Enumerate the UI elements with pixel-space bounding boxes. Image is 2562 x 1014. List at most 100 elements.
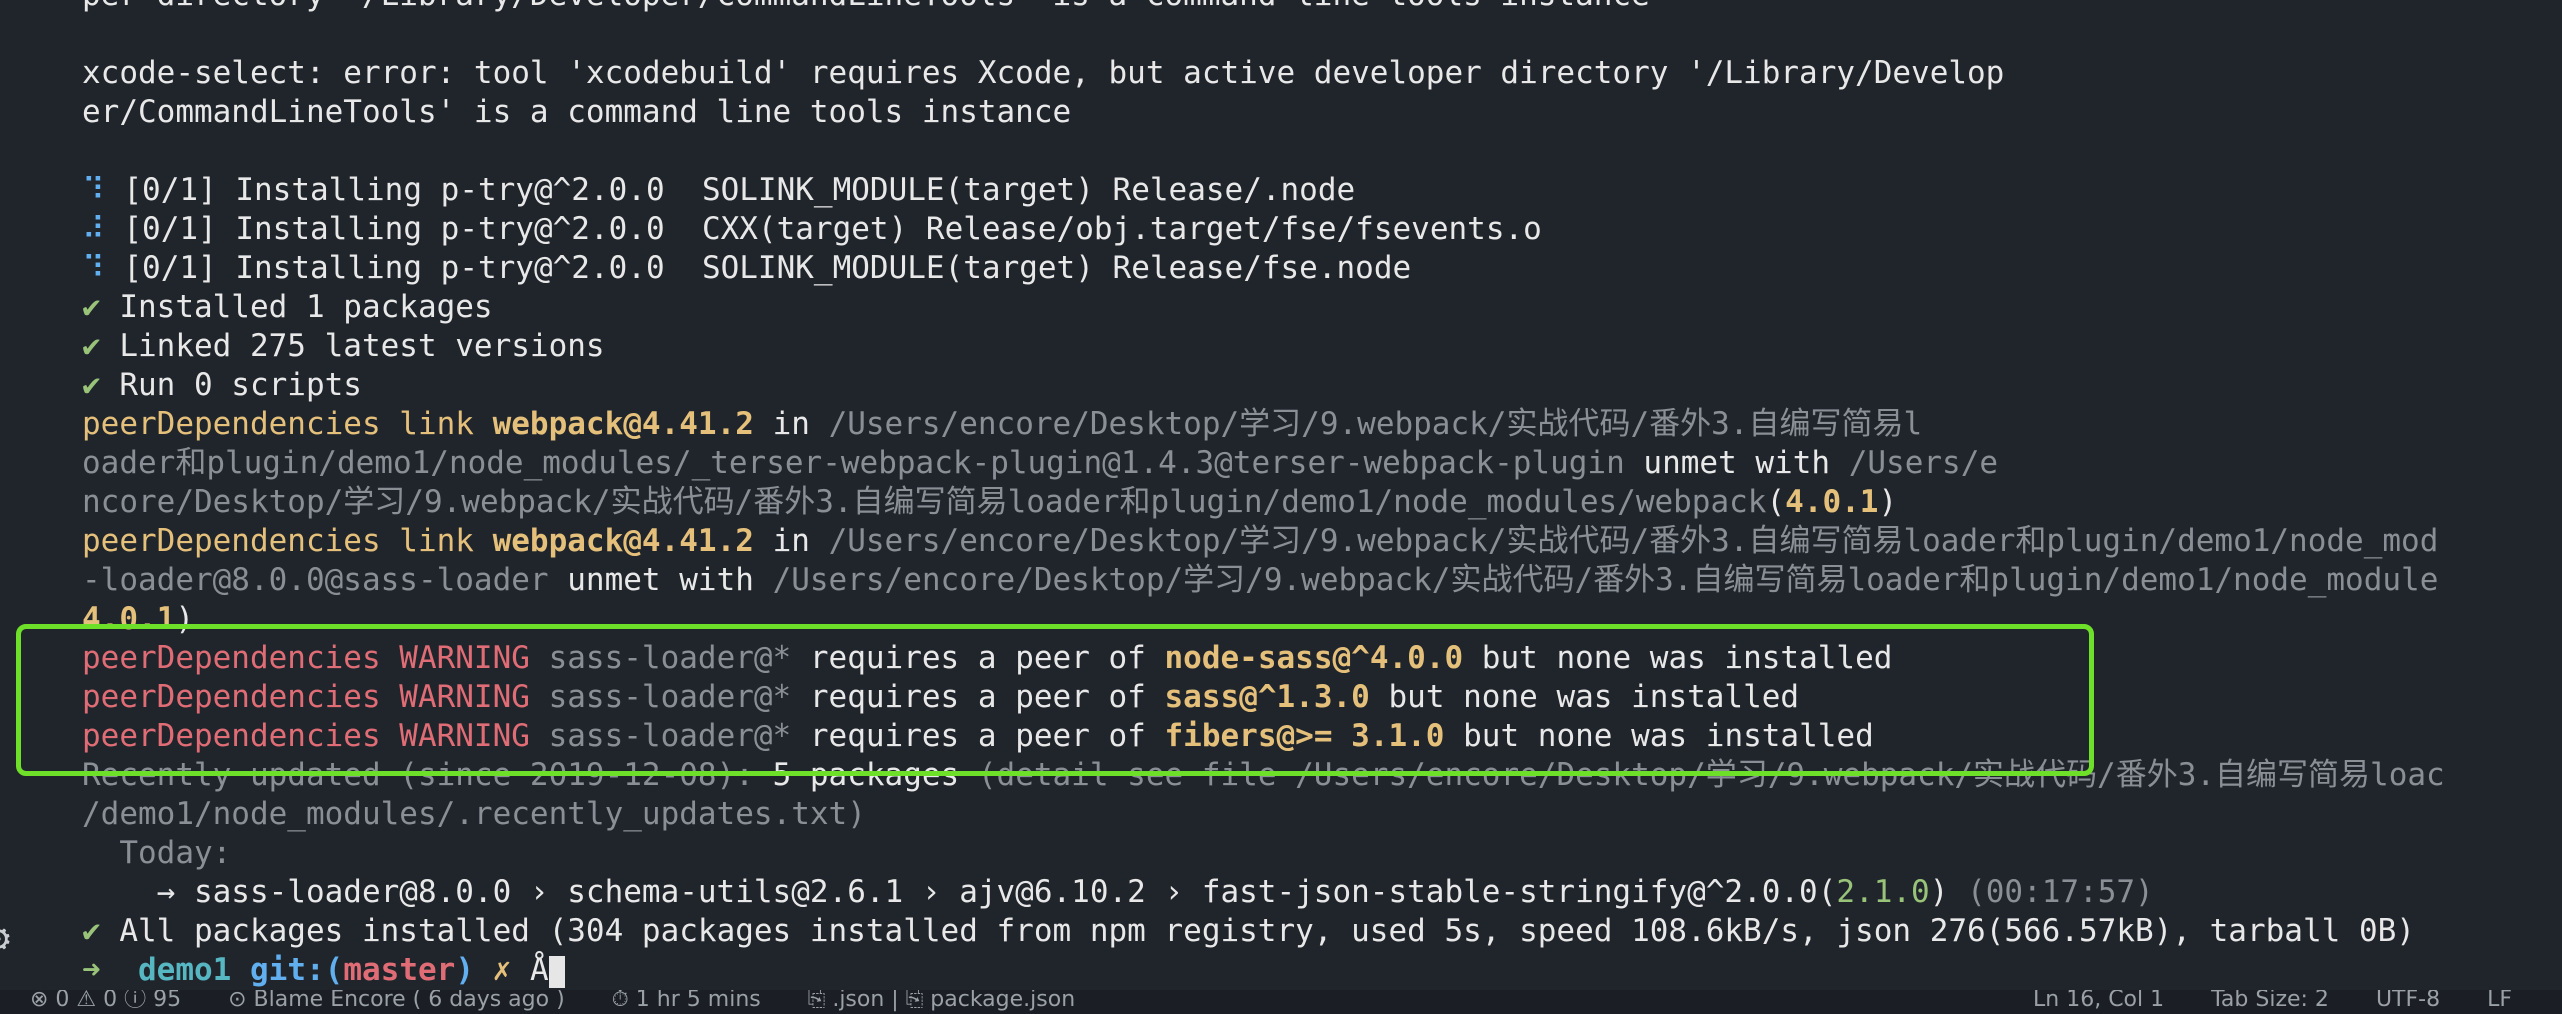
terminal-text: but none was installed bbox=[1369, 679, 1800, 715]
terminal-text: peerDependencies link bbox=[82, 406, 493, 442]
prompt-arrow: ➜ bbox=[82, 952, 101, 988]
terminal-text: 4.0.1 bbox=[82, 601, 176, 637]
terminal-cursor bbox=[548, 955, 565, 988]
terminal-text: in bbox=[753, 406, 829, 442]
terminal-text: /Users/encore/Desktop/学习/9.webpack/实战代码/… bbox=[828, 406, 1923, 442]
terminal-text: ✔ bbox=[82, 328, 120, 364]
terminal-text: requires a peer of bbox=[791, 718, 1165, 754]
terminal-text: Installed 1 packages bbox=[119, 289, 493, 325]
terminal-line: ✔ All packages installed (304 packages i… bbox=[82, 912, 2562, 951]
terminal-text: Run 0 scripts bbox=[119, 367, 362, 403]
terminal-text: ncore/Desktop/学习/9.webpack/实战代码/番外3.自编写简… bbox=[82, 484, 1767, 520]
terminal-line: peerDependencies WARNING sass-loader@* r… bbox=[82, 678, 2562, 717]
terminal-text: xcode-select: error: tool 'xcodebuild' r… bbox=[82, 55, 2005, 91]
terminal-line: ncore/Desktop/学习/9.webpack/实战代码/番外3.自编写简… bbox=[82, 483, 2562, 522]
terminal-text: (00:17:57) bbox=[1948, 874, 2154, 910]
terminal-text: ) bbox=[1878, 484, 1898, 520]
terminal-text: Today: bbox=[82, 835, 232, 871]
prompt-dirty-icon: ✗ bbox=[492, 952, 512, 988]
terminal-text: /Users/encore/Desktop/学习/9.webpack/实战代码/… bbox=[828, 523, 2439, 559]
terminal-line: peerDependencies WARNING sass-loader@* r… bbox=[82, 639, 2562, 678]
terminal-text: -loader@8.0.0@sass-loader bbox=[82, 562, 549, 598]
encoding[interactable]: UTF-8 bbox=[2376, 990, 2440, 1012]
status-bar: ⊗ 0 ⚠ 0 ⓘ 95 ⊙ Blame Encore ( 6 days ago… bbox=[0, 990, 2562, 1014]
terminal-line: → sass-loader@8.0.0 › schema-utils@2.6.1… bbox=[82, 873, 2562, 912]
terminal-text: peerDependencies WARNING bbox=[82, 640, 549, 676]
terminal-text: ⠹ bbox=[82, 172, 124, 208]
terminal-line: peerDependencies WARNING sass-loader@* r… bbox=[82, 717, 2562, 756]
terminal-line: xcode-select: error: tool 'xcodebuild' r… bbox=[82, 54, 2562, 93]
terminal-text: fibers@>= 3.1.0 bbox=[1164, 718, 1445, 754]
terminal-output[interactable]: per directory '/Library/Developer/Comman… bbox=[82, 0, 2562, 990]
terminal-text: sass-loader@* bbox=[548, 640, 792, 676]
terminal-text: Recently updated (since 2019-12-08): bbox=[82, 757, 773, 793]
terminal-text: /Users/e bbox=[1848, 445, 1999, 481]
terminal-text: peerDependencies link bbox=[82, 523, 493, 559]
terminal-text: → sass-loader@8.0.0 › schema-utils@2.6.1… bbox=[82, 874, 1837, 910]
problems-indicator[interactable]: ⊗ 0 ⚠ 0 ⓘ 95 bbox=[30, 990, 181, 1012]
terminal-text: ( bbox=[1766, 484, 1786, 520]
terminal-text: oader和plugin/demo1/node_modules/_terser-… bbox=[82, 445, 1625, 481]
terminal-text: unmet with bbox=[548, 562, 773, 598]
terminal-text: [0/1] Installing p-try@^2.0.0 SOLINK_MOD… bbox=[123, 172, 1356, 208]
terminal-text: ✔ bbox=[82, 913, 120, 949]
terminal-line: ⠼ [0/1] Installing p-try@^2.0.0 CXX(targ… bbox=[82, 210, 2562, 249]
terminal-text: 4.0.1 bbox=[1785, 484, 1879, 520]
git-blame[interactable]: ⊙ Blame Encore ( 6 days ago ) bbox=[228, 990, 565, 1012]
prompt-directory: demo1 bbox=[138, 952, 232, 988]
terminal-text: 2.1.0 bbox=[1836, 874, 1930, 910]
terminal-line: ✔ Installed 1 packages bbox=[82, 288, 2562, 327]
terminal-line: er/CommandLineTools' is a command line t… bbox=[82, 93, 2562, 132]
terminal-line: ✔ Linked 275 latest versions bbox=[82, 327, 2562, 366]
terminal-text: /demo1/node_modules/.recently_updates.tx… bbox=[82, 796, 866, 832]
terminal-text: sass@^1.3.0 bbox=[1164, 679, 1370, 715]
tab-size[interactable]: Tab Size: 2 bbox=[2211, 990, 2329, 1012]
terminal-text: per directory '/Library/Developer/Comman… bbox=[82, 0, 1650, 13]
terminal-text: peerDependencies WARNING bbox=[82, 718, 549, 754]
terminal-text: sass-loader@* bbox=[548, 718, 792, 754]
terminal-line: oader和plugin/demo1/node_modules/_terser-… bbox=[82, 444, 2562, 483]
terminal-text: requires a peer of bbox=[791, 640, 1165, 676]
terminal-text: but none was installed bbox=[1444, 718, 1874, 754]
prompt-git-close: ) bbox=[455, 952, 474, 988]
terminal-text: ) bbox=[1929, 874, 1949, 910]
terminal-text: Linked 275 latest versions bbox=[119, 328, 605, 364]
terminal-text: webpack@4.41.2 bbox=[492, 406, 754, 442]
terminal-text: 5 packages bbox=[772, 757, 960, 793]
terminal-line: 4.0.1) bbox=[82, 600, 2562, 639]
terminal-text: ⠹ bbox=[82, 250, 124, 286]
prompt-git-branch: master bbox=[343, 952, 456, 988]
prompt-input[interactable]: Å bbox=[530, 952, 549, 988]
terminal-text: /Users/encore/Desktop/学习/9.webpack/实战代码/… bbox=[772, 562, 2439, 598]
terminal-text: webpack@4.41.2 bbox=[492, 523, 754, 559]
prompt-line[interactable]: ➜ demo1 git:(master) ✗ Å bbox=[82, 951, 2562, 990]
terminal-line: ⠹ [0/1] Installing p-try@^2.0.0 SOLINK_M… bbox=[82, 249, 2562, 288]
terminal-text: peerDependencies WARNING bbox=[82, 679, 549, 715]
terminal-line: ⠹ [0/1] Installing p-try@^2.0.0 SOLINK_M… bbox=[82, 171, 2562, 210]
cursor-position[interactable]: Ln 16, Col 1 bbox=[2033, 990, 2164, 1012]
terminal-line: peerDependencies link webpack@4.41.2 in … bbox=[82, 522, 2562, 561]
prompt-git-label: git:( bbox=[250, 952, 344, 988]
terminal-text: All packages installed (304 packages ins… bbox=[119, 913, 2415, 949]
open-files[interactable]: ⎘ .json | ⎘ package.json bbox=[808, 990, 1075, 1012]
terminal-line: Today: bbox=[82, 834, 2562, 873]
gear-icon[interactable]: ⚙ bbox=[0, 918, 16, 958]
terminal-text: ✔ bbox=[82, 367, 120, 403]
terminal-text: unmet with bbox=[1624, 445, 1849, 481]
terminal-text: requires a peer of bbox=[791, 679, 1165, 715]
terminal-text: but none was installed bbox=[1463, 640, 1893, 676]
terminal-text: er/CommandLineTools' is a command line t… bbox=[82, 94, 1072, 130]
terminal-text: ⠼ bbox=[82, 211, 124, 247]
terminal-text: ) bbox=[175, 601, 194, 637]
status-bar-right: Ln 16, Col 1 Tab Size: 2 UTF-8 LF bbox=[2033, 990, 2552, 1014]
terminal-line: -loader@8.0.0@sass-loader unmet with /Us… bbox=[82, 561, 2562, 600]
terminal-line: ✔ Run 0 scripts bbox=[82, 366, 2562, 405]
terminal-text: [0/1] Installing p-try@^2.0.0 CXX(target… bbox=[123, 211, 1542, 247]
terminal-text: ✔ bbox=[82, 289, 120, 325]
line-ending[interactable]: LF bbox=[2487, 990, 2512, 1012]
time-tracker[interactable]: ⏱ 1 hr 5 mins bbox=[612, 990, 761, 1012]
terminal-text: (detail see file /Users/encore/Desktop/学… bbox=[959, 757, 2445, 793]
terminal-text: sass-loader@* bbox=[548, 679, 792, 715]
terminal-text: node-sass@^4.0.0 bbox=[1164, 640, 1464, 676]
